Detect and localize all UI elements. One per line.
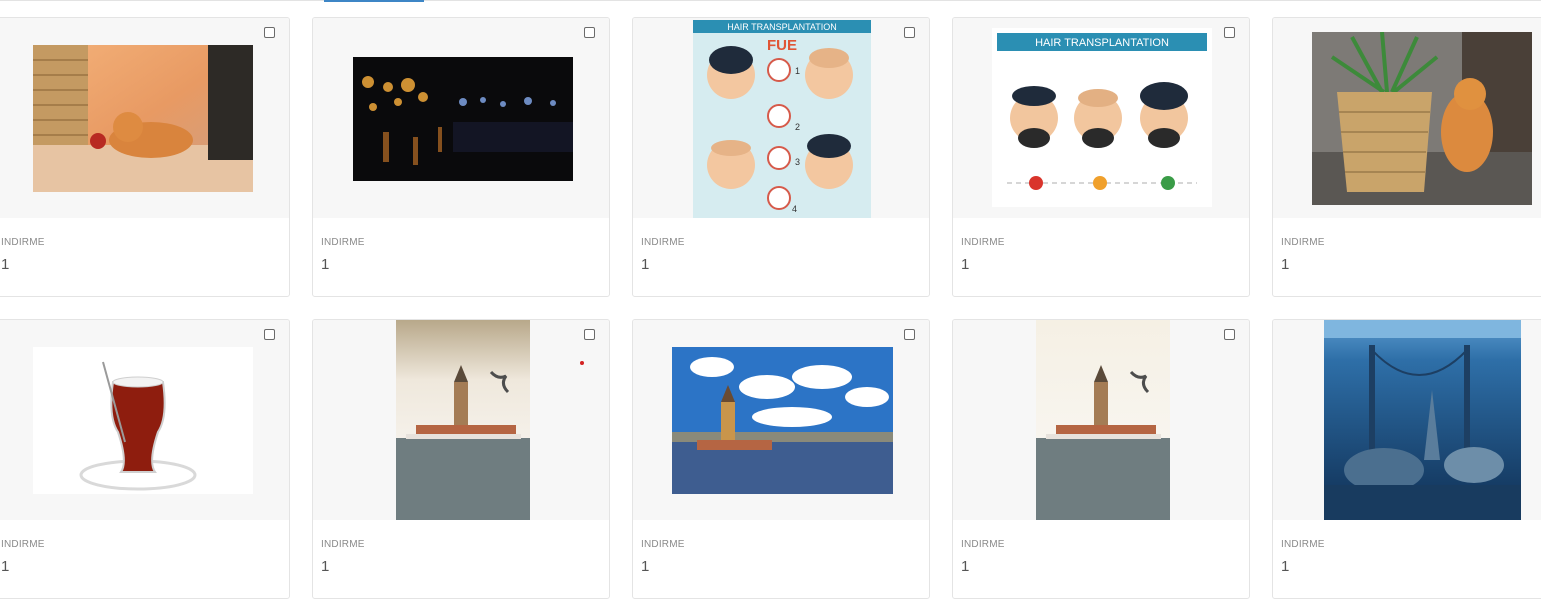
media-card[interactable]: INDIRME 1 [1272,17,1541,297]
step-label: 3 [795,157,800,167]
download-label: INDIRME [641,237,685,248]
media-card[interactable]: INDIRME 1 [0,17,290,297]
step-label: 4 [792,204,797,214]
indicator-dot [580,361,584,365]
thumbnail-area[interactable] [313,320,609,520]
media-thumbnail[interactable] [33,347,253,494]
download-count: 1 [1,558,10,575]
select-checkbox[interactable] [264,329,275,340]
step-label: 1 [795,66,800,76]
thumbnail-area[interactable]: HAIR TRANSPLANTATION [953,18,1249,218]
thumbnail-area[interactable]: HAIR TRANSPLANTATION FUE 1 2 3 4 [633,18,929,218]
download-count: 1 [641,558,650,575]
thumbnail-area[interactable] [313,18,609,218]
media-thumbnail[interactable] [672,347,893,494]
media-card[interactable]: INDIRME 1 [632,319,930,599]
download-label: INDIRME [1281,539,1325,550]
thumbnail-area[interactable] [1273,18,1541,218]
thumbnail-area[interactable] [633,320,929,520]
download-label: INDIRME [1281,237,1325,248]
media-thumbnail[interactable]: HAIR TRANSPLANTATION FUE 1 2 3 4 [693,20,871,218]
media-card[interactable]: INDIRME 1 [312,17,610,297]
download-label: INDIRME [1,539,45,550]
step-label: 2 [795,122,800,132]
select-checkbox[interactable] [904,329,915,340]
download-count: 1 [321,256,330,273]
media-card[interactable]: INDIRME 1 [1272,319,1541,599]
media-card[interactable]: HAIR TRANSPLANTATION INDIRME 1 [952,17,1250,297]
download-count: 1 [1281,256,1290,273]
media-card[interactable]: INDIRME 1 [952,319,1250,599]
thumbnail-area[interactable] [1273,320,1541,520]
download-label: INDIRME [961,539,1005,550]
select-checkbox[interactable] [1224,329,1235,340]
download-count: 1 [321,558,330,575]
media-card[interactable]: INDIRME 1 [312,319,610,599]
download-count: 1 [1,256,10,273]
media-thumbnail[interactable]: HAIR TRANSPLANTATION [992,28,1212,207]
media-card[interactable]: HAIR TRANSPLANTATION FUE 1 2 3 4 INDIRME… [632,17,930,297]
infographic-heading: FUE [767,37,797,54]
download-count: 1 [641,256,650,273]
active-tab-indicator [324,0,424,2]
download-label: INDIRME [1,237,45,248]
infographic-banner-text: HAIR TRANSPLANTATION [1035,37,1169,49]
download-label: INDIRME [321,237,365,248]
download-count: 1 [961,256,970,273]
thumbnail-area[interactable] [0,320,289,520]
media-thumbnail[interactable] [1312,32,1532,205]
media-thumbnail[interactable] [33,45,253,192]
select-checkbox[interactable] [1224,27,1235,38]
select-checkbox[interactable] [264,27,275,38]
download-count: 1 [961,558,970,575]
select-checkbox[interactable] [904,27,915,38]
infographic-banner-text: HAIR TRANSPLANTATION [727,22,837,32]
download-label: INDIRME [321,539,365,550]
download-label: INDIRME [961,237,1005,248]
thumbnail-area[interactable] [0,18,289,218]
download-count: 1 [1281,558,1290,575]
media-thumbnail[interactable] [396,320,530,520]
media-thumbnail[interactable] [353,57,573,181]
header-divider [0,0,1541,1]
media-thumbnail[interactable] [1036,320,1170,520]
download-label: INDIRME [641,539,685,550]
select-checkbox[interactable] [584,27,595,38]
thumbnail-area[interactable] [953,320,1249,520]
select-checkbox[interactable] [584,329,595,340]
media-card[interactable]: INDIRME 1 [0,319,290,599]
media-thumbnail[interactable] [1324,320,1521,520]
